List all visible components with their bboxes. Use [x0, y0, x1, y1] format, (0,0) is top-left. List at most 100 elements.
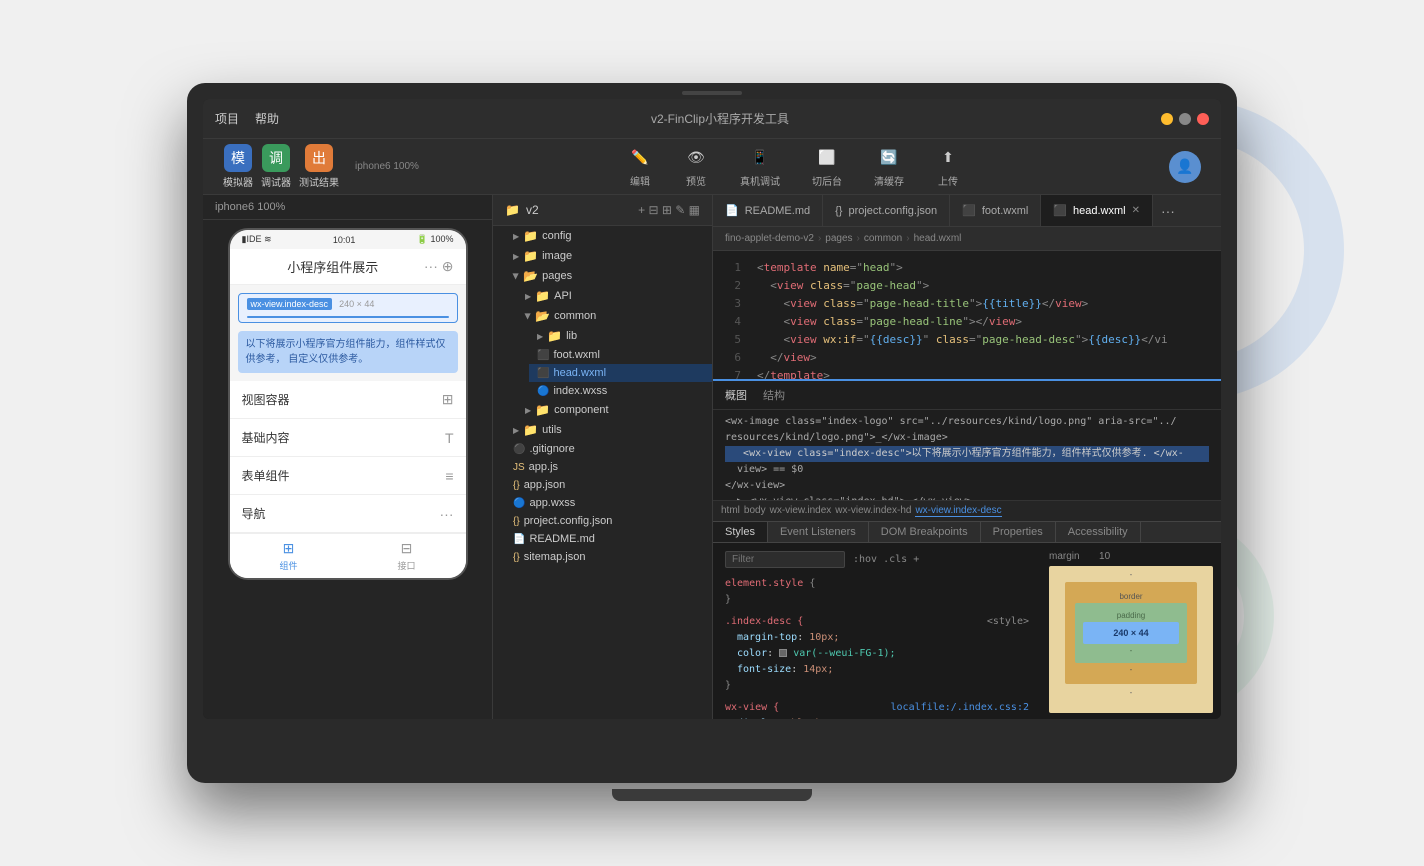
wx-view-source: localfile:/.index.css:2 [891, 700, 1029, 716]
tree-item-pages[interactable]: ▶ 📂 pages [505, 266, 712, 286]
hover-tag: wx-view.index-desc 240 × 44 [238, 293, 458, 323]
laptop-notch [682, 91, 742, 95]
filter-input[interactable] [725, 551, 845, 568]
sim-menu-formcomponent[interactable]: 表单组件 ≡ [230, 457, 466, 495]
upload-tool[interactable]: ⬆ 上传 [936, 146, 960, 188]
readme-file-icon: 📄 [725, 204, 739, 217]
tree-item-app-js[interactable]: JS app.js [505, 458, 712, 476]
tab-foot-wxml[interactable]: ⬛ foot.wxml [950, 195, 1041, 226]
tree-item-app-wxss[interactable]: 🔵 app.wxss [505, 494, 712, 512]
tree-item-config[interactable]: ▶ 📁 config [505, 226, 712, 246]
inspector-tab-event-listeners[interactable]: Event Listeners [768, 522, 869, 542]
sim-menu-viewcontainer[interactable]: 视图容器 ⊞ [230, 381, 466, 419]
path-wx-view-hd[interactable]: wx-view.index-hd [835, 505, 911, 517]
pseudo-filter-buttons[interactable]: :hov .cls + [853, 554, 919, 565]
inspector-tab-properties[interactable]: Properties [981, 522, 1056, 542]
clear-cache-tool[interactable]: 🔄 清缓存 [874, 146, 904, 188]
preview-tab-overview[interactable]: 概图 [725, 387, 747, 403]
sim-menu-icon-2: T [445, 430, 454, 446]
edit-tool[interactable]: ✏️ 编辑 [628, 146, 652, 188]
tab-project-config[interactable]: {} project.config.json [823, 195, 950, 226]
tab-head-wxml[interactable]: ⬛ head.wxml ✕ [1041, 195, 1153, 226]
tree-item-label: app.wxss [529, 497, 575, 509]
menu-project[interactable]: 项目 [215, 110, 239, 127]
tree-item-gitignore[interactable]: ⚫ .gitignore [505, 440, 712, 458]
tabs-more-button[interactable]: ··· [1153, 203, 1183, 219]
tab-label-active: head.wxml [1073, 205, 1126, 217]
filter-bar: :hov .cls + [725, 551, 1029, 568]
inspector-tabs-bar: Styles Event Listeners DOM Breakpoints P… [713, 522, 1221, 543]
tab-close-icon[interactable]: ✕ [1132, 205, 1140, 216]
tree-item-project-config[interactable]: {} project.config.json [505, 512, 712, 530]
menu-help[interactable]: 帮助 [255, 110, 279, 127]
components-tab-label: 组件 [279, 559, 297, 572]
sim-menu-basiccontent[interactable]: 基础内容 T [230, 419, 466, 457]
folder-icon: 📁 [535, 403, 550, 417]
margin-top-val: - [1130, 570, 1133, 579]
html-preview-code: <wx-image class="index-logo" src="../res… [713, 410, 1221, 501]
simulator-tab-button[interactable]: 模 模拟器 [223, 144, 253, 189]
preview-tool[interactable]: 👁 预览 [684, 146, 708, 188]
sim-menu-label-4: 导航 [242, 505, 266, 522]
style-prop-display: display: block; [725, 716, 1029, 719]
win-restore-button[interactable] [1179, 113, 1191, 125]
tree-item-label: API [554, 290, 572, 302]
preview-line-5: </wx-view> [725, 478, 1209, 494]
tree-item-sitemap[interactable]: {} sitemap.json [505, 548, 712, 566]
path-body[interactable]: body [744, 505, 766, 517]
box-model-visualization: - border padding 240 × 44 [1049, 566, 1213, 713]
test-tab-button[interactable]: 出 测试结果 [299, 144, 339, 189]
clear-icon: 🔄 [877, 146, 901, 170]
preview-tab-structure[interactable]: 结构 [763, 387, 785, 403]
tree-item-head-wxml[interactable]: ⬛ head.wxml [529, 364, 712, 382]
real-debug-tool[interactable]: 📱 真机调试 [740, 146, 780, 188]
tree-item-index-wxss[interactable]: 🔵 index.wxss [529, 382, 712, 400]
sim-menu-icon-4: ··· [440, 506, 454, 522]
tree-item-utils[interactable]: ▶ 📁 utils [505, 420, 712, 440]
sim-menu-label-1: 视图容器 [242, 391, 290, 408]
sim-menu-icon-3: ≡ [445, 468, 453, 484]
win-minimize-button[interactable] [1161, 113, 1173, 125]
tree-item-foot-wxml[interactable]: ⬛ foot.wxml [529, 346, 712, 364]
upload-icon: ⬆ [936, 146, 960, 170]
tree-item-label: index.wxss [553, 385, 607, 397]
style-rule-close: } [725, 678, 1029, 694]
folder-icon: 📁 [523, 423, 538, 437]
path-wx-view-desc[interactable]: wx-view.index-desc [915, 505, 1001, 517]
sim-tab-components[interactable]: ⊞ 组件 [230, 540, 348, 572]
tree-item-api[interactable]: ▶ 📁 API [517, 286, 712, 306]
inspector-tab-dom-breakpoints[interactable]: DOM Breakpoints [869, 522, 981, 542]
tree-item-label: pages [542, 270, 572, 282]
breadcrumb-sep-3: › [906, 233, 909, 244]
user-avatar[interactable]: 👤 [1169, 151, 1201, 183]
tree-item-lib[interactable]: ▶ 📁 lib [529, 326, 712, 346]
path-html[interactable]: html [721, 505, 740, 517]
laptop-frame: 项目 帮助 v2-FinClip小程序开发工具 模 模拟器 [187, 83, 1237, 783]
inspector-tab-styles[interactable]: Styles [713, 522, 768, 542]
sim-tab-interface[interactable]: ⊟ 接口 [348, 540, 466, 572]
breadcrumb-item-file: head.wxml [914, 233, 962, 244]
path-wx-view-index[interactable]: wx-view.index [770, 505, 832, 517]
tree-item-app-json[interactable]: {} app.json [505, 476, 712, 494]
win-close-button[interactable] [1197, 113, 1209, 125]
inspector-tab-accessibility[interactable]: Accessibility [1056, 522, 1141, 542]
tree-item-label: image [542, 250, 572, 262]
sim-menu-navigation[interactable]: 导航 ··· [230, 495, 466, 533]
breadcrumb-item-common: common [864, 233, 902, 244]
tree-item-component[interactable]: ▶ 📁 component [517, 400, 712, 420]
sim-tab-bar: ⊞ 组件 ⊟ 接口 [230, 533, 466, 578]
tree-item-image[interactable]: ▶ 📁 image [505, 246, 712, 266]
preview-line-6: ▶ <wx-view class="index-bd">_</wx-view> [725, 494, 1209, 501]
title-bar: 项目 帮助 v2-FinClip小程序开发工具 [203, 99, 1221, 139]
style-prop-margin: margin-top: 10px; [725, 630, 1029, 646]
padding-area: padding 240 × 44 - [1075, 603, 1187, 663]
code-editor[interactable]: 1 2 3 4 5 6 7 8 <templ [713, 251, 1221, 379]
preview-line-1: <wx-image class="index-logo" src="../res… [725, 414, 1209, 430]
folder-icon: 📁 [535, 289, 550, 303]
debugger-tab-button[interactable]: 调 调试器 [261, 144, 291, 189]
inspector-content: :hov .cls + element.style { } [713, 543, 1221, 719]
background-tool[interactable]: ⬜ 切后台 [812, 146, 842, 188]
tree-item-common[interactable]: ▶ 📂 common [517, 306, 712, 326]
tab-readme[interactable]: 📄 README.md [713, 195, 823, 226]
tree-item-readme[interactable]: 📄 README.md [505, 530, 712, 548]
